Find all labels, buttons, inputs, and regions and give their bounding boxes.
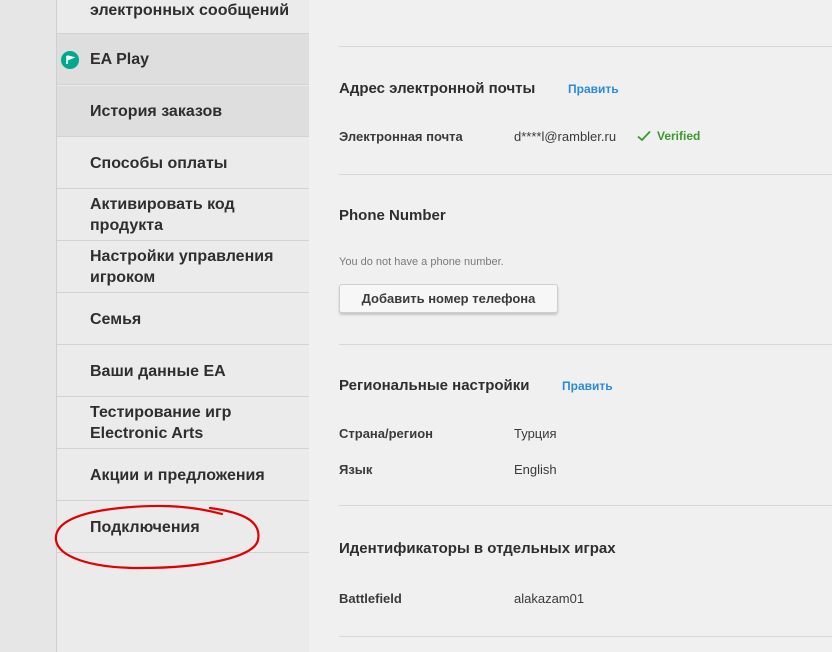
country-label: Страна/регион	[339, 426, 433, 441]
sidebar-item-label: Тестирование игр Electronic Arts	[90, 404, 232, 442]
sidebar-item-label: Предпочтения электронных сообщений	[90, 2, 290, 19]
sidebar-item-label: Настройки управления игроком	[90, 248, 274, 286]
verified-status: Verified	[637, 129, 700, 143]
email-label: Электронная почта	[339, 129, 463, 144]
sidebar-item-connections[interactable]: Подключения	[57, 502, 309, 553]
ea-play-flag-icon	[61, 51, 79, 69]
checkmark-icon	[637, 130, 651, 142]
language-value: English	[514, 462, 557, 477]
divider	[339, 505, 832, 506]
no-phone-note: You do not have a phone number.	[339, 256, 504, 268]
add-phone-button[interactable]: Добавить номер телефона	[339, 284, 558, 313]
game-id-value: alakazam01	[514, 591, 585, 606]
language-label: Язык	[339, 462, 373, 477]
game-label: Battlefield	[339, 591, 402, 606]
sidebar-item-label: EA Play	[90, 50, 149, 68]
sidebar-item-label: История заказов	[90, 102, 223, 120]
sidebar-item-offers[interactable]: Акции и предложения	[57, 450, 309, 501]
email-section-title: Адрес электронной почты	[339, 80, 536, 97]
sidebar-item-label: Акции и предложения	[90, 466, 265, 484]
sidebar-item-label: Способы оплаты	[90, 154, 228, 172]
divider	[339, 344, 832, 345]
country-value: Турция	[514, 426, 557, 441]
region-section-title: Региональные настройки	[339, 377, 530, 394]
sidebar-item-payment-methods[interactable]: Способы оплаты	[57, 138, 309, 189]
divider	[339, 636, 832, 637]
sidebar-item-label: Подключения	[90, 518, 200, 536]
sidebar-item-label: Активировать код продукта	[90, 196, 235, 234]
sidebar-item-family[interactable]: Семья	[57, 294, 309, 345]
sidebar-item-label: Ваши данные EA	[90, 362, 226, 380]
sidebar-item-player-settings[interactable]: Настройки управления игроком	[57, 242, 309, 293]
divider	[339, 46, 832, 47]
sidebar-item-game-testing[interactable]: Тестирование игр Electronic Arts	[57, 398, 309, 449]
divider	[339, 174, 832, 175]
sidebar: Предпочтения электронных сообщений EA Pl…	[57, 0, 309, 652]
sidebar-item-redeem-code[interactable]: Активировать код продукта	[57, 190, 309, 241]
game-ids-section-title: Идентификаторы в отдельных играх	[339, 540, 616, 557]
email-edit-link[interactable]: Править	[568, 82, 619, 96]
sidebar-item-email-preferences[interactable]: Предпочтения электронных сообщений	[57, 0, 309, 34]
left-gutter	[0, 0, 57, 652]
phone-section-title: Phone Number	[339, 207, 446, 224]
main-content: Адрес электронной почты Править Электрон…	[309, 0, 832, 652]
sidebar-item-label: Семья	[90, 310, 142, 328]
region-edit-link[interactable]: Править	[562, 379, 613, 393]
sidebar-item-your-ea-data[interactable]: Ваши данные EA	[57, 346, 309, 397]
email-value: d****l@rambler.ru	[514, 129, 617, 144]
sidebar-item-ea-play[interactable]: EA Play	[57, 34, 309, 85]
sidebar-item-order-history[interactable]: История заказов	[57, 86, 309, 137]
verified-label: Verified	[657, 129, 701, 143]
